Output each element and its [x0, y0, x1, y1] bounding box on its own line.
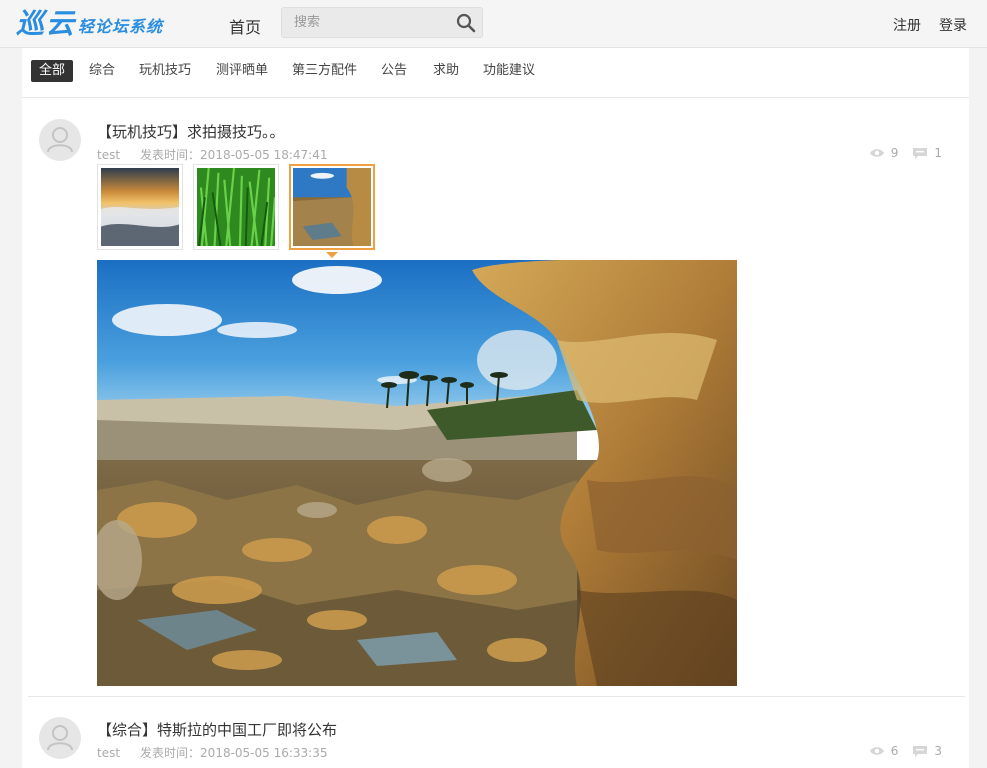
- search-input[interactable]: [282, 8, 452, 37]
- post-divider: [28, 696, 965, 697]
- register-link[interactable]: 注册: [893, 15, 921, 35]
- site-logo[interactable]: 巡云 轻论坛系统: [16, 6, 163, 40]
- tab-accessories[interactable]: 第三方配件: [284, 60, 365, 82]
- post-author[interactable]: test: [97, 148, 120, 162]
- comment-icon: [913, 745, 928, 757]
- post-author[interactable]: test: [97, 746, 120, 760]
- eye-icon: [869, 747, 884, 755]
- post-main-image[interactable]: [97, 260, 737, 686]
- post-stats: 9 1: [869, 146, 942, 160]
- green-grass-thumbnail[interactable]: [193, 164, 279, 250]
- search-icon[interactable]: [456, 13, 476, 33]
- post-time: 发表时间：2018-05-05 16:33:35: [140, 746, 328, 760]
- user-avatar-icon[interactable]: [39, 717, 81, 759]
- main-panel: 全部 综合 玩机技巧 测评晒单 第三方配件 公告 求助 功能建议 【玩机技巧】求…: [22, 48, 969, 768]
- post-title[interactable]: 【玩机技巧】求拍摄技巧。。: [97, 121, 285, 142]
- tab-suggestions[interactable]: 功能建议: [475, 60, 543, 82]
- user-avatar-icon[interactable]: [39, 119, 81, 161]
- logo-main-text: 巡云: [16, 7, 77, 40]
- post-time: 发表时间：2018-05-05 18:47:41: [140, 148, 328, 162]
- tab-help[interactable]: 求助: [425, 60, 467, 82]
- post-meta: test 发表时间：2018-05-05 16:33:35: [97, 744, 328, 761]
- login-link[interactable]: 登录: [939, 15, 967, 35]
- tab-general[interactable]: 综合: [81, 60, 123, 82]
- post-meta: test 发表时间：2018-05-05 18:47:41: [97, 146, 328, 163]
- category-tabs: 全部 综合 玩机技巧 测评晒单 第三方配件 公告 求助 功能建议: [22, 48, 969, 98]
- tab-reviews[interactable]: 测评晒单: [208, 60, 276, 82]
- search-box: [281, 7, 483, 38]
- tab-tips[interactable]: 玩机技巧: [131, 60, 199, 82]
- tab-announcements[interactable]: 公告: [373, 60, 415, 82]
- comment-icon: [913, 147, 928, 159]
- eye-icon: [869, 149, 884, 157]
- comment-count: 3: [934, 744, 942, 758]
- post-title[interactable]: 【综合】特斯拉的中国工厂即将公布: [97, 719, 337, 740]
- comment-count: 1: [934, 146, 942, 160]
- view-count: 6: [890, 744, 899, 758]
- logo-sub-text: 轻论坛系统: [78, 17, 164, 36]
- selected-thumbnail-indicator: [326, 252, 338, 258]
- top-header: 巡云 轻论坛系统 首页 注册 登录: [0, 0, 987, 48]
- post-stats: 6 3: [869, 744, 942, 758]
- rocky-coast-thumbnail[interactable]: [289, 164, 375, 250]
- nav-home-link[interactable]: 首页: [229, 14, 261, 38]
- misty-sunset-thumbnail[interactable]: [97, 164, 183, 250]
- tab-all[interactable]: 全部: [31, 60, 74, 82]
- view-count: 9: [890, 146, 899, 160]
